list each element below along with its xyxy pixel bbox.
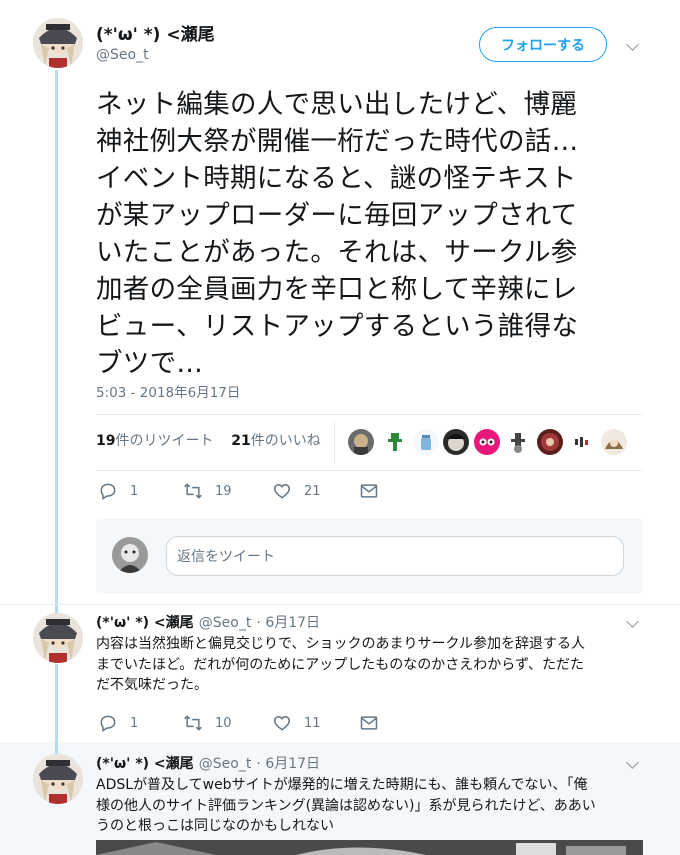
tweet-text-line: いたことがあった。それは、サークル参 [96, 237, 578, 268]
reply-author-handle[interactable]: @Seo_t [199, 615, 252, 631]
divider [334, 422, 335, 464]
retweet-stat[interactable]: 19件のリツイート [96, 433, 213, 449]
author-avatar[interactable] [33, 18, 83, 68]
tweet-text-line: ブツで… [96, 348, 204, 379]
retweet-count: 19 [96, 433, 116, 449]
tweet-text-line: ビュー、リストアップするという誰得な [96, 311, 579, 342]
reply-text-line: までいたほど。だれが何のためにアップしたものなのかさえわからず、ただた [96, 656, 585, 673]
tweet-text-line: が某アップローダーに毎回アップされて [96, 200, 578, 231]
reply-author-avatar[interactable] [33, 613, 83, 663]
viewer-avatar [112, 537, 148, 573]
reply-text-line: 内容は当然独断と偏見交じりで、ショックのあまりサークル参加を辞退する人 [96, 636, 586, 652]
like-count: 21 [231, 433, 251, 449]
message-icon [359, 713, 379, 733]
message-action[interactable] [359, 481, 391, 501]
reply-author-name[interactable]: (*'ω' *) <瀬尾 [96, 756, 194, 772]
retweet-count: 10 [215, 715, 232, 731]
liker-avatar[interactable] [537, 429, 563, 455]
chevron-down-icon[interactable] [626, 615, 639, 628]
like-stat-label: 件のいいね [250, 433, 321, 449]
tweet-text: ネット編集の人で思い出したけど、博麗 神社例大祭が開催一桁だった時代の話… イベ… [96, 86, 644, 382]
reply-date[interactable]: · 6月17日 [256, 756, 320, 772]
retweet-action[interactable]: 19 [183, 481, 232, 501]
message-icon [359, 481, 379, 501]
reply-text-line: 様の他人のサイト評価ランキング(異論は認めない)」系が見られたけど、ああい [96, 797, 596, 814]
tweet-stats: 19件のリツイート 21件のいいね [96, 430, 321, 450]
divider [0, 604, 680, 605]
reply-header: (*'ω' *) <瀬尾 @Seo_t · 6月17日 [96, 612, 320, 632]
liker-avatar[interactable] [505, 429, 531, 455]
retweet-icon [183, 713, 203, 733]
retweet-action[interactable]: 10 [183, 713, 232, 733]
reply-action[interactable]: 1 [98, 713, 138, 733]
follow-button[interactable]: フォローする [479, 27, 607, 62]
liker-avatar[interactable] [348, 429, 374, 455]
divider [96, 470, 643, 471]
author-handle[interactable]: @Seo_t [96, 47, 149, 63]
liker-avatar[interactable] [443, 429, 469, 455]
reply-text-line: うのと根っこは同じなのかもしれない [96, 818, 334, 834]
like-action[interactable]: 21 [272, 481, 321, 501]
reply-count: 1 [130, 483, 139, 499]
reply-text-line: だ不気味だった。 [96, 677, 208, 693]
reply-date[interactable]: · 6月17日 [256, 615, 320, 631]
retweet-icon [183, 481, 203, 501]
retweet-count: 19 [215, 483, 232, 499]
divider [96, 414, 643, 415]
reply-author-name[interactable]: (*'ω' *) <瀬尾 [96, 615, 194, 631]
author-name[interactable]: (*'ω' *) <瀬尾 [96, 20, 215, 45]
liker-avatar[interactable] [413, 429, 439, 455]
retweet-stat-label: 件のリツイート [115, 433, 214, 449]
like-stat[interactable]: 21件のいいね [231, 433, 320, 449]
message-action[interactable] [359, 713, 391, 733]
reply-author-avatar[interactable] [33, 754, 83, 804]
reply-input[interactable]: 返信をツイート [166, 536, 624, 576]
like-icon [272, 713, 292, 733]
thread-line [55, 70, 58, 618]
reply-action[interactable]: 1 [98, 481, 138, 501]
tweet-text-line: 加者の全員画力を辛口と称して辛辣にレ [96, 274, 578, 305]
tweet-timestamp[interactable]: 5:03 - 2018年6月17日 [96, 381, 240, 401]
tweet-text-line: ネット編集の人で思い出したけど、博麗 [96, 89, 578, 120]
liker-avatar[interactable] [601, 429, 627, 455]
reply-text: ADSLが普及してwebサイトが爆発的に増えた時期にも、誰も頼んでない、「俺 様… [96, 775, 646, 837]
liker-avatar[interactable] [474, 429, 500, 455]
like-count: 11 [304, 715, 321, 731]
reply-author-handle[interactable]: @Seo_t [199, 756, 252, 772]
like-count: 21 [304, 483, 321, 499]
reply-text: 内容は当然独断と偏見交じりで、ショックのあまりサークル参加を辞退する人 までいた… [96, 634, 646, 696]
like-icon [272, 481, 292, 501]
thread-line [55, 742, 58, 754]
like-action[interactable]: 11 [272, 713, 321, 733]
liker-avatar[interactable] [569, 429, 595, 455]
chevron-down-icon[interactable] [626, 38, 639, 51]
tweet-text-line: 神社例大祭が開催一桁だった時代の話… [96, 126, 579, 157]
tweet-text-line: イベント時期になると、謎の怪テキスト [96, 163, 577, 194]
reply-count: 1 [130, 715, 139, 731]
thread-line [55, 664, 58, 752]
media-preview[interactable] [96, 840, 643, 855]
liker-avatar[interactable] [382, 429, 408, 455]
reply-header: (*'ω' *) <瀬尾 @Seo_t · 6月17日 [96, 753, 320, 773]
reply-text-line: ADSLが普及してwebサイトが爆発的に増えた時期にも、誰も頼んでない、「俺 [96, 777, 588, 793]
reply-icon [98, 481, 118, 501]
reply-icon [98, 713, 118, 733]
